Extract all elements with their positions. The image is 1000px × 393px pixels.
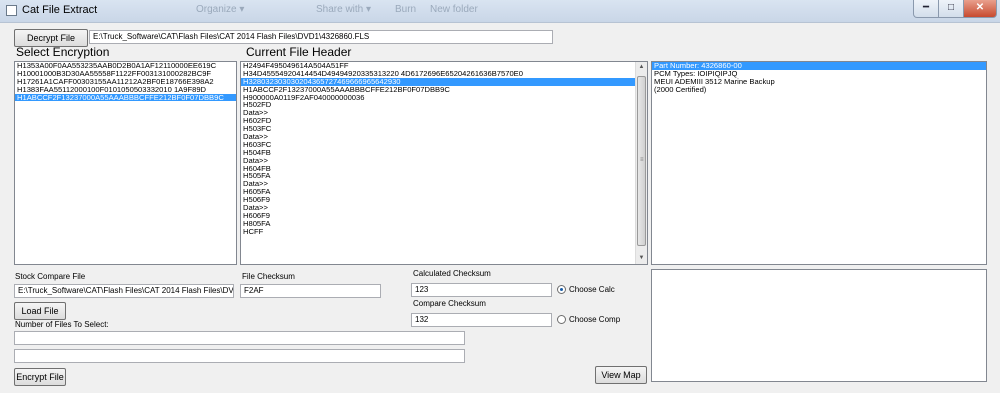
header-list-item[interactable]: H505FA	[241, 172, 647, 180]
current-file-header-heading: Current File Header	[246, 45, 352, 59]
choose-comp-radio[interactable]	[557, 315, 566, 324]
close-button[interactable]: ✕	[964, 0, 997, 18]
header-list-item[interactable]: H805FA	[241, 219, 647, 228]
second-input[interactable]	[14, 349, 465, 363]
file-checksum-input[interactable]: F2AF	[240, 284, 381, 298]
close-icon: ✕	[975, 2, 985, 13]
minimize-button[interactable]: ━	[913, 0, 939, 18]
header-list-item[interactable]: Data>>	[241, 204, 647, 212]
minimize-icon: ━	[922, 2, 930, 13]
calculated-checksum-input[interactable]: 123	[411, 283, 552, 297]
compare-checksum-input[interactable]: 132	[411, 313, 552, 327]
header-list-item[interactable]: H602FD	[241, 117, 647, 125]
header-list-item[interactable]: H603FC	[241, 141, 647, 149]
num-files-input[interactable]	[14, 331, 465, 345]
choose-calc-label[interactable]: Choose Calc	[569, 285, 615, 294]
scroll-down-icon[interactable]: ▼	[636, 253, 647, 264]
header-list-item[interactable]: Data>>	[241, 133, 647, 141]
file-checksum-label: File Checksum	[242, 272, 295, 281]
grip-icon: ≡	[640, 157, 644, 163]
header-list-item[interactable]: H606F9	[241, 212, 647, 220]
header-list-item[interactable]: H503FC	[241, 125, 647, 133]
header-list-item[interactable]: H605FA	[241, 188, 647, 196]
file-path-input[interactable]: E:\Truck_Software\CAT\Flash Files\CAT 20…	[89, 30, 553, 44]
stock-compare-input[interactable]: E:\Truck_Software\CAT\Flash Files\CAT 20…	[14, 284, 234, 298]
compare-checksum-label: Compare Checksum	[413, 299, 486, 308]
stock-compare-label: Stock Compare File	[15, 272, 86, 281]
header-list-item[interactable]: H502FD	[241, 101, 647, 109]
cat-file-extract-window: Cat File Extract Organize ▾ Share with ▾…	[0, 0, 1000, 393]
maximize-icon: □	[947, 2, 955, 13]
header-list-item[interactable]: Data>>	[241, 109, 647, 117]
file-header-list[interactable]: H2494F495049614A504A51FF H34D455549204144…	[240, 61, 648, 265]
load-file-button[interactable]: Load File	[14, 302, 66, 320]
encryption-list-item[interactable]: H1ABCCF2F13237000A55AAABBBCFFE212BF0F07D…	[15, 93, 236, 102]
ghost-share-text: Share with ▾	[316, 4, 372, 15]
part-info-list[interactable]: Part Number: 4326860-00 PCM Types: IOIPIQ…	[651, 61, 987, 265]
title-bar: Cat File Extract Organize ▾ Share with ▾…	[0, 0, 1000, 23]
header-list-item[interactable]: Data>>	[241, 156, 647, 165]
header-list-item[interactable]: H900000A0119F2AF040000000036	[241, 93, 647, 102]
ghost-new-folder-text: New folder	[430, 4, 478, 15]
select-encryption-heading: Select Encryption	[16, 45, 110, 59]
info-list-item[interactable]: (2000 Certified)	[652, 85, 986, 94]
output-textbox[interactable]	[651, 269, 987, 382]
choose-calc-radio[interactable]	[557, 285, 566, 294]
header-list-item[interactable]: HCFF	[241, 227, 647, 236]
header-scrollbar[interactable]: ▲ ≡ ▼	[635, 62, 647, 264]
calculated-checksum-label: Calculated Checksum	[413, 269, 491, 278]
choose-comp-label[interactable]: Choose Comp	[569, 315, 620, 324]
header-list-item[interactable]: Data>>	[241, 180, 647, 188]
scroll-thumb[interactable]: ≡	[637, 76, 646, 246]
encryption-list[interactable]: H1353A00F0AA553235AAB0D2B0A1AF12110000EE…	[14, 61, 237, 265]
header-list-item[interactable]: H506F9	[241, 196, 647, 204]
header-list-item[interactable]: H504FB	[241, 148, 647, 157]
ghost-organize-text: Organize ▾	[196, 4, 245, 15]
window-title: Cat File Extract	[22, 4, 98, 16]
app-icon	[6, 5, 17, 16]
num-files-label: Number of Files To Select:	[15, 320, 109, 329]
view-map-button[interactable]: View Map	[595, 366, 647, 384]
scroll-up-icon[interactable]: ▲	[636, 62, 647, 73]
header-list-item[interactable]: H604FB	[241, 164, 647, 173]
encrypt-file-button[interactable]: Encrypt File	[14, 368, 66, 386]
ghost-burn-text: Burn	[395, 4, 417, 15]
maximize-button[interactable]: □	[939, 0, 964, 18]
